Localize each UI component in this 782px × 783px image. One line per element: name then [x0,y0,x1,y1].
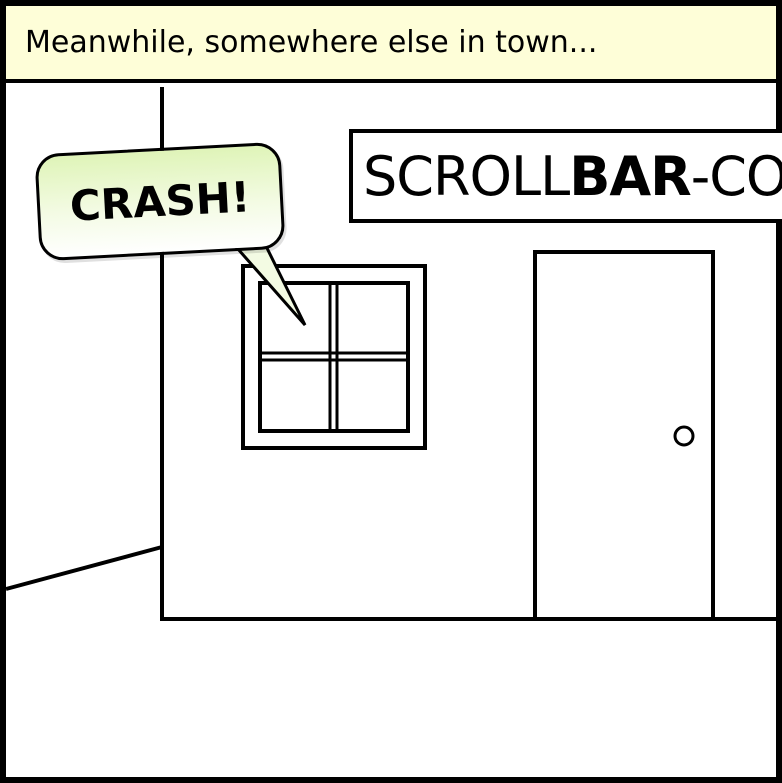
caption-box: Meanwhile, somewhere else in town... [6,6,776,83]
sign-text-tail: -CO [690,144,782,208]
speech-bubble-text: CRASH! [68,172,252,231]
shop-sign: SCROLL BAR -CO [349,129,782,223]
sign-text-bold: BAR [569,144,692,208]
comic-panel [0,0,782,783]
sign-text-regular: SCROLL [363,144,570,208]
speech-bubble: CRASH! [34,141,286,262]
caption-text: Meanwhile, somewhere else in town... [25,24,598,60]
